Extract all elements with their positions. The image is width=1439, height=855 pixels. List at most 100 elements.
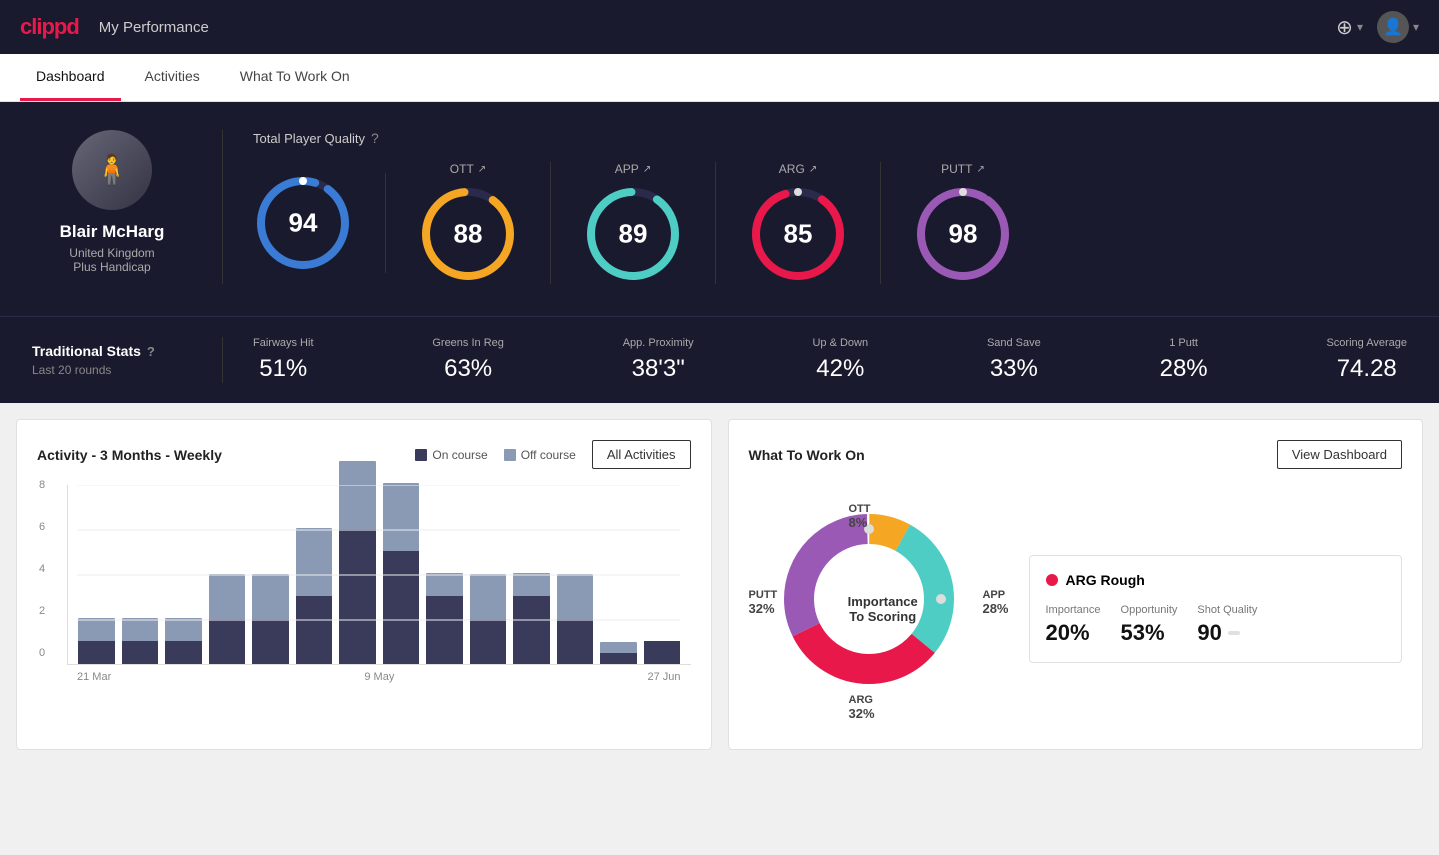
trad-stat-label-2: App. Proximity: [623, 337, 694, 349]
view-dashboard-button[interactable]: View Dashboard: [1277, 440, 1402, 469]
app-label: APP ↗: [615, 162, 651, 176]
nav-left: clippd My Performance: [20, 14, 209, 40]
trad-stat-value-4: 33%: [990, 355, 1038, 383]
user-dropdown-icon: ▾: [1413, 20, 1419, 34]
ott-score-card: OTT ↗ 88: [386, 162, 551, 284]
player-handicap: Plus Handicap: [73, 260, 150, 274]
app-value: 89: [619, 219, 648, 250]
trad-stat-label-5: 1 Putt: [1169, 337, 1198, 349]
y-label-4: 4: [39, 563, 45, 575]
chart-area: 8 6 4 2 0 21 Mar 9 May 27 Jun: [37, 485, 691, 705]
trad-stat-value-3: 42%: [816, 355, 864, 383]
y-axis-labels: 8 6 4 2 0: [39, 479, 45, 659]
donut-scoring-label: To Scoring: [848, 609, 918, 624]
tpq-score-card: 94: [253, 173, 386, 273]
trad-stat-value-1: 63%: [444, 355, 492, 383]
trad-stat-0: Fairways Hit 51%: [253, 337, 314, 383]
trad-stat-label-4: Sand Save: [987, 337, 1041, 349]
detail-metric-2: Shot Quality 90: [1197, 604, 1257, 646]
chart-header-right: On course Off course All Activities: [415, 440, 690, 469]
chart-grid: [77, 485, 681, 665]
user-menu-button[interactable]: 👤 ▾: [1377, 11, 1419, 43]
detail-dot-icon: [1046, 574, 1058, 586]
detail-metric-value-1: 53%: [1121, 620, 1178, 646]
tpq-value: 94: [289, 208, 318, 239]
chart-inner: 8 6 4 2 0 21 Mar 9 May 27 Jun: [67, 485, 691, 683]
x-label-may: 9 May: [364, 671, 394, 683]
detail-metric-0: Importance 20%: [1046, 604, 1101, 646]
x-label-mar: 21 Mar: [77, 671, 111, 683]
activity-chart-card: Activity - 3 Months - Weekly On course O…: [16, 419, 712, 750]
putt-value: 98: [949, 219, 978, 250]
trad-stat-5: 1 Putt 28%: [1160, 337, 1208, 383]
trad-label-area: Traditional Stats ? Last 20 rounds: [32, 343, 222, 377]
trad-values: Fairways Hit 51% Greens In Reg 63% App. Pr…: [222, 337, 1407, 383]
donut-importance-label: Importance: [848, 594, 918, 609]
add-button[interactable]: ⊕ ▾: [1336, 15, 1363, 40]
app-arrow-icon: ↗: [643, 164, 651, 175]
detail-card: ARG Rough Importance 20%Opportunity 53%S…: [1029, 555, 1403, 663]
legend-on-course-label: On course: [432, 448, 487, 462]
arg-donut-label: ARG32%: [849, 694, 875, 721]
legend-off-course: Off course: [504, 448, 576, 462]
trad-stat-label-6: Scoring Average: [1326, 337, 1407, 349]
y-label-6: 6: [39, 521, 45, 533]
player-info: 🧍 Blair McHarg United Kingdom Plus Handi…: [32, 130, 222, 284]
arg-label: ARG ↗: [779, 162, 817, 176]
tpq-area: Total Player Quality ? 94 OTT ↗: [222, 130, 1407, 284]
user-avatar: 👤: [1377, 11, 1409, 43]
chart-legend: On course Off course: [415, 448, 576, 462]
player-country: United Kingdom: [69, 246, 154, 260]
donut-center-text: Importance To Scoring: [848, 594, 918, 624]
putt-arrow-icon: ↗: [976, 164, 984, 175]
trad-stat-4: Sand Save 33%: [987, 337, 1041, 383]
detail-metric-label-2: Shot Quality: [1197, 604, 1257, 616]
detail-metric-value-2: 90: [1197, 620, 1257, 646]
bottom-section: Activity - 3 Months - Weekly On course O…: [0, 403, 1439, 766]
y-label-0: 0: [39, 647, 45, 659]
trad-stat-value-2: 38'3": [632, 355, 685, 383]
arg-score-card: ARG ↗ 85: [716, 162, 881, 284]
nav-right: ⊕ ▾ 👤 ▾: [1336, 11, 1419, 43]
trad-stat-label-3: Up & Down: [812, 337, 868, 349]
y-label-8: 8: [39, 479, 45, 491]
tab-dashboard[interactable]: Dashboard: [20, 54, 121, 101]
legend-on-course: On course: [415, 448, 487, 462]
trad-stat-2: App. Proximity 38'3": [623, 337, 694, 383]
score-cards: 94 OTT ↗ 88 APP ↗: [253, 162, 1407, 284]
putt-ring: 98: [913, 184, 1013, 284]
app-ring: 89: [583, 184, 683, 284]
tpq-ring: 94: [253, 173, 353, 273]
legend-off-course-label: Off course: [521, 448, 576, 462]
app-donut-label: APP28%: [982, 589, 1008, 616]
putt-label: PUTT ↗: [941, 162, 985, 176]
trad-stat-6: Scoring Average 74.28: [1326, 337, 1407, 383]
tab-activities[interactable]: Activities: [129, 54, 216, 101]
detail-metrics: Importance 20% Opportunity 53% Shot Qualit…: [1046, 604, 1386, 646]
ott-arrow-icon: ↗: [478, 164, 486, 175]
ott-ring: 88: [418, 184, 518, 284]
trad-help-icon[interactable]: ?: [147, 344, 155, 359]
ott-label: OTT ↗: [450, 162, 486, 176]
trad-stats-label: Traditional Stats ?: [32, 343, 222, 359]
detail-metric-label-1: Opportunity: [1121, 604, 1178, 616]
nav-title: My Performance: [99, 19, 209, 36]
metric-badge-2: [1228, 631, 1240, 635]
detail-metric-label-0: Importance: [1046, 604, 1101, 616]
trad-sublabel: Last 20 rounds: [32, 363, 222, 377]
x-axis-labels: 21 Mar 9 May 27 Jun: [67, 671, 691, 683]
logo: clippd: [20, 14, 79, 40]
arg-arrow-icon: ↗: [809, 164, 817, 175]
hero-section: 🧍 Blair McHarg United Kingdom Plus Handi…: [0, 102, 1439, 316]
tpq-help-icon[interactable]: ?: [371, 130, 379, 146]
wtwo-header: What To Work On View Dashboard: [749, 440, 1403, 469]
tab-what-to-work-on[interactable]: What To Work On: [224, 54, 366, 101]
add-icon: ⊕: [1336, 15, 1353, 40]
trad-stat-3: Up & Down 42%: [812, 337, 868, 383]
putt-donut-label: PUTT32%: [749, 589, 778, 616]
all-activities-button[interactable]: All Activities: [592, 440, 691, 469]
arg-value: 85: [784, 219, 813, 250]
wtwo-content: Importance To Scoring OTT8% APP28% ARG32…: [749, 489, 1403, 729]
trad-stat-label-1: Greens In Reg: [432, 337, 504, 349]
wtwo-title: What To Work On: [749, 447, 865, 463]
